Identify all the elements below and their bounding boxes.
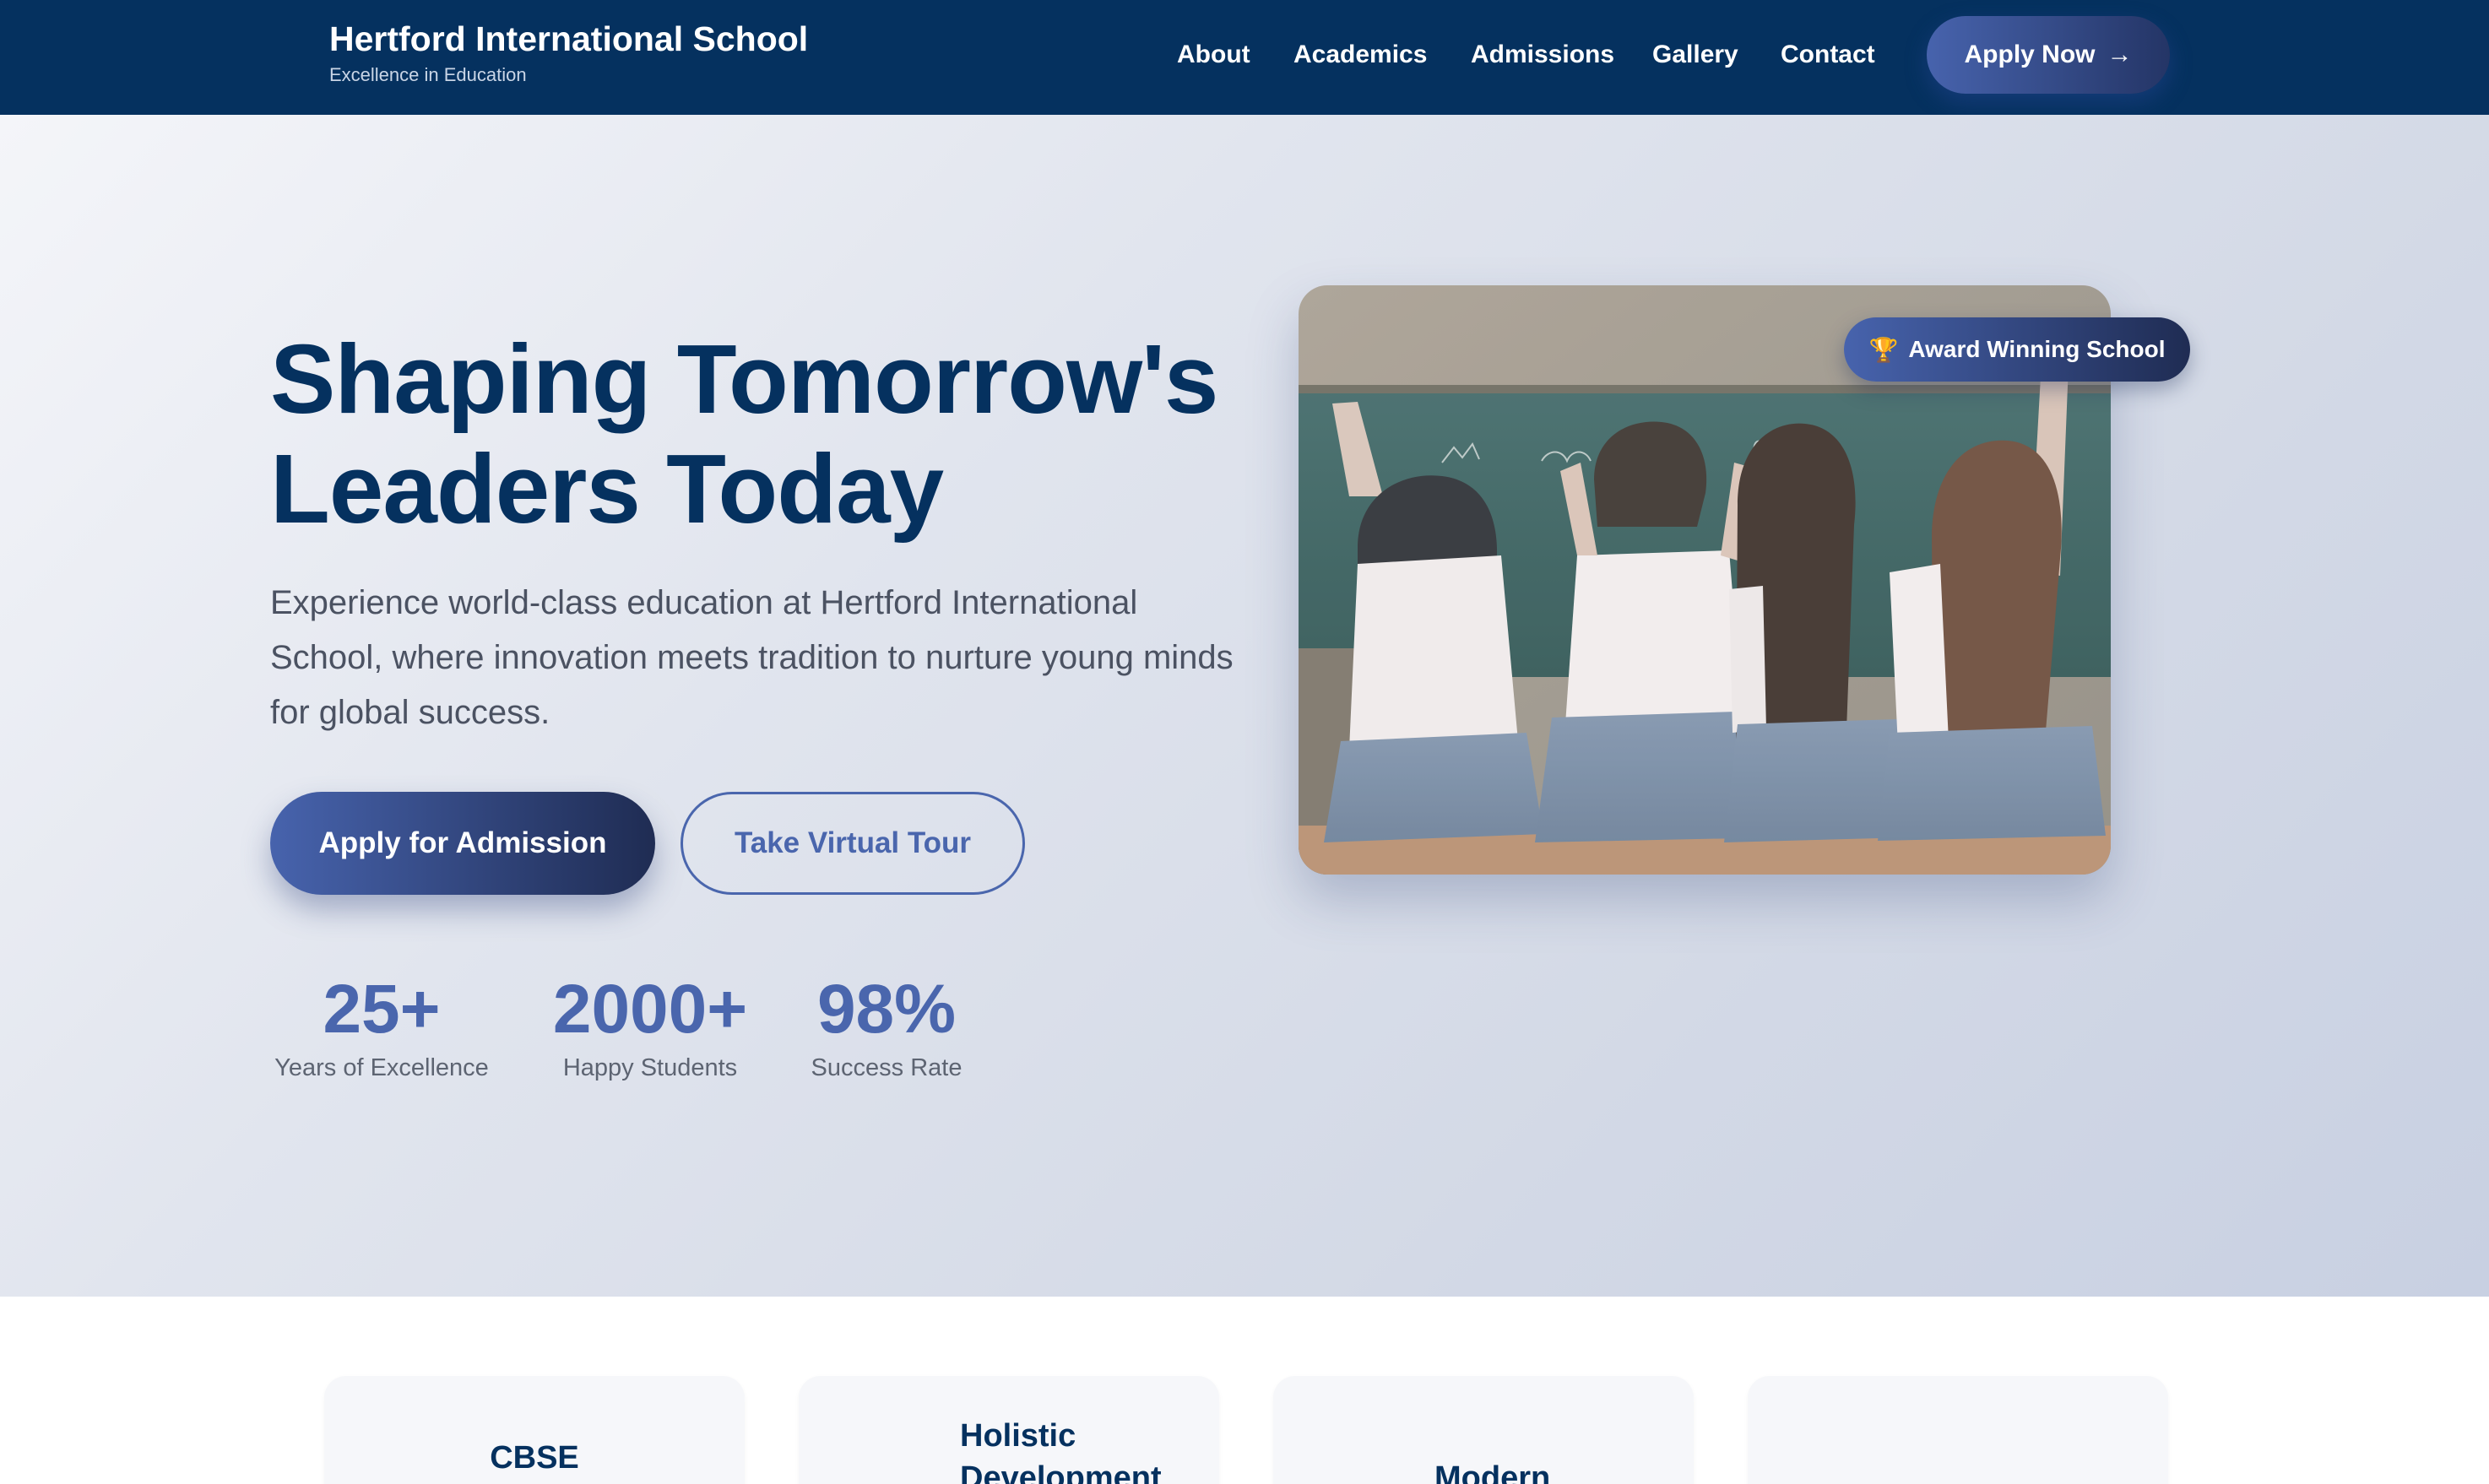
feature-card-title: Modern: [1434, 1460, 1551, 1484]
stat-students: 2000+ Happy Students: [535, 967, 765, 1084]
hero-title: Shaping Tomorrow's Leaders Today: [270, 324, 1283, 544]
stat-value: 25+: [323, 971, 441, 1048]
nav-contact[interactable]: Contact: [1781, 37, 1875, 73]
brand-title[interactable]: Hertford International School: [329, 17, 808, 61]
hero-description: Experience world-class education at Hert…: [270, 584, 1234, 731]
nav-admissions[interactable]: Admissions: [1471, 37, 1614, 73]
hero-title-line-1: Shaping Tomorrow's: [270, 324, 1218, 434]
feature-card-title: CBSE: [490, 1440, 579, 1476]
feature-card-title: Holistic Development: [960, 1418, 1162, 1484]
nav-gallery[interactable]: Gallery: [1652, 37, 1738, 73]
feature-card-cbse[interactable]: CBSE: [324, 1376, 745, 1484]
stat-value: 2000+: [552, 971, 748, 1048]
stat-success: 98% Success Rate: [807, 967, 966, 1084]
brand-logo[interactable]: Hertford International School Excellence…: [329, 17, 808, 88]
apply-for-admission-button[interactable]: Apply for Admission: [270, 792, 655, 895]
feature-card-holistic[interactable]: Holistic Development: [799, 1376, 1219, 1484]
brand-subtitle: Excellence in Education: [329, 64, 527, 85]
stat-label: Success Rate: [811, 1054, 963, 1081]
trophy-icon: 🏆: [1868, 336, 1899, 363]
hero-title-line-2: Leaders Today: [270, 434, 944, 544]
feature-card-modern[interactable]: Modern: [1273, 1376, 1694, 1484]
apply-now-button[interactable]: Apply Now →: [1927, 16, 2170, 94]
stat-label: Years of Excellence: [274, 1054, 489, 1081]
award-badge: 🏆 Award Winning School: [1844, 317, 2190, 382]
feature-card-4[interactable]: [1748, 1376, 2168, 1484]
nav-academics[interactable]: Academics: [1293, 37, 1427, 73]
virtual-tour-button[interactable]: Take Virtual Tour: [681, 792, 1025, 895]
stat-years: 25+ Years of Excellence: [270, 967, 493, 1084]
stat-label: Happy Students: [562, 1054, 738, 1081]
award-badge-label: Award Winning School: [1908, 336, 2166, 362]
hero-section: Shaping Tomorrow's Leaders Today Experie…: [0, 115, 2489, 1297]
nav-about[interactable]: About: [1177, 37, 1250, 73]
site-header: Hertford International School Excellence…: [0, 0, 2489, 115]
arrow-right-icon: →: [2107, 41, 2133, 68]
apply-now-label: Apply Now: [1964, 41, 2096, 68]
stat-value: 98%: [816, 971, 957, 1048]
